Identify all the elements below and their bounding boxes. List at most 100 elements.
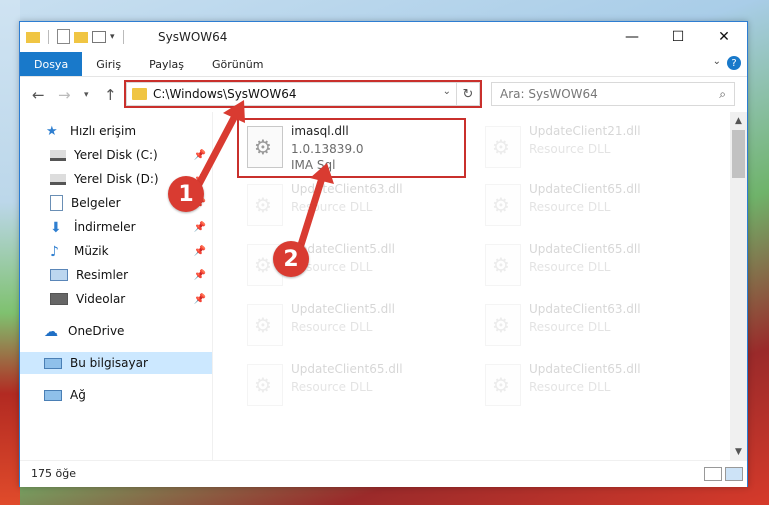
computer-icon [44,357,62,369]
file-tile[interactable]: UpdateClient21.dll Resource DLL [479,120,704,174]
file-description: Resource DLL [529,142,611,156]
new-folder-icon[interactable] [74,32,88,43]
pin-icon[interactable]: 📌 [194,222,206,233]
sidebar-item-label: Resimler [76,268,129,282]
file-tile[interactable]: UpdateClient63.dll Resource DLL [479,298,704,352]
pictures-icon [50,269,68,281]
file-description: Resource DLL [291,200,373,214]
tab-view[interactable]: Görünüm [198,52,277,76]
sidebar-item-label: Belgeler [71,196,121,210]
sidebar-item-label: Ağ [70,388,86,402]
sidebar-item-pictures[interactable]: Resimler 📌 [20,264,212,286]
sidebar-item-label: Hızlı erişim [70,124,137,138]
music-icon: ♪ [50,244,59,260]
expand-ribbon-icon[interactable]: ⌄ [713,56,721,67]
file-name: UpdateClient65.dll [529,242,641,256]
sidebar-item-network[interactable]: Ağ [20,384,212,406]
quick-access-toolbar: ▾ [26,29,128,44]
step-badge-2: 2 [273,241,309,277]
sidebar-item-videos[interactable]: Videolar 📌 [20,288,212,310]
help-button[interactable]: ? [727,56,741,70]
dll-file-icon [485,364,521,406]
file-name: UpdateClient65.dll [529,362,641,376]
address-bar[interactable]: C:\Windows\SysWOW64 ⌄ ↻ [126,82,480,106]
sidebar-item-label: Videolar [76,292,126,306]
chevron-down-icon[interactable]: ⌄ [443,86,451,97]
file-description: Resource DLL [291,380,373,394]
sidebar-item-disk-c[interactable]: Yerel Disk (C:) 📌 [20,144,212,166]
pin-icon[interactable]: 📌 [194,270,206,281]
dll-file-icon [485,184,521,226]
cloud-icon: ☁ [44,324,58,340]
file-name: UpdateClient63.dll [291,182,403,196]
video-icon [50,293,68,305]
pin-icon[interactable]: 📌 [194,246,206,257]
up-arrow-icon[interactable]: ↑ [104,86,117,104]
file-explorer-window: ▾ SysWOW64 — ☐ ✕ Dosya Giriş Paylaş Görü… [19,21,748,487]
sidebar-item-onedrive[interactable]: ☁ OneDrive [20,320,212,342]
sidebar-item-label: İndirmeler [74,220,136,234]
navigation-pane: ★ Hızlı erişim Yerel Disk (C:) 📌 Yerel D… [20,112,213,460]
download-icon: ⬇ [50,220,62,236]
file-description: Resource DLL [291,320,373,334]
vertical-scrollbar[interactable]: ▲ ▼ [730,112,747,460]
minimize-button[interactable]: — [609,22,655,52]
sidebar-item-downloads[interactable]: ⬇ İndirmeler 📌 [20,216,212,238]
sidebar-item-quick-access[interactable]: ★ Hızlı erişim [20,120,212,142]
dll-file-icon [247,364,283,406]
refresh-icon[interactable]: ↻ [456,83,479,105]
search-icon[interactable]: ⌕ [719,87,726,102]
file-name: UpdateClient63.dll [529,302,641,316]
scroll-up-icon[interactable]: ▲ [730,112,747,129]
customize-toolbar-icon[interactable] [92,30,106,43]
scroll-thumb[interactable] [732,130,745,178]
file-tile[interactable]: UpdateClient63.dll Resource DLL [241,178,466,232]
pin-icon[interactable]: 📌 [194,150,206,161]
tab-file[interactable]: Dosya [20,52,83,76]
desktop-background [0,0,20,505]
file-description: Resource DLL [529,200,611,214]
pin-icon[interactable]: 📌 [194,294,206,305]
sidebar-item-music[interactable]: ♪ Müzik 📌 [20,240,212,262]
dll-file-icon [247,184,283,226]
dll-file-icon [485,126,521,168]
sidebar-item-label: Yerel Disk (D:) [74,172,159,186]
tiles-view-icon[interactable] [725,467,743,481]
chevron-down-icon[interactable]: ▾ [110,32,115,42]
item-count: 175 öğe [31,467,76,480]
title-bar: ▾ SysWOW64 — ☐ ✕ [20,22,747,52]
toolbar-divider [122,29,124,44]
file-name: UpdateClient21.dll [529,124,641,138]
tab-share[interactable]: Paylaş [135,52,198,76]
file-name: UpdateClient65.dll [529,182,641,196]
close-button[interactable]: ✕ [701,22,747,52]
back-arrow-icon[interactable]: ← [32,86,45,104]
tab-home[interactable]: Giriş [82,52,135,76]
search-box[interactable]: Ara: SysWOW64 ⌕ [491,82,735,106]
details-view-icon[interactable] [704,467,722,481]
file-description: Resource DLL [529,260,611,274]
properties-icon[interactable] [57,29,70,44]
sidebar-item-label: OneDrive [68,324,125,338]
scroll-down-icon[interactable]: ▼ [730,443,747,460]
file-tile[interactable]: UpdateClient5.dll Resource DLL [241,298,466,352]
forward-arrow-icon[interactable]: → [58,86,71,104]
file-tile[interactable]: UpdateClient65.dll Resource DLL [479,358,704,412]
folder-icon [132,88,147,100]
sidebar-item-label: Yerel Disk (C:) [74,148,158,162]
file-tile[interactable]: UpdateClient65.dll Resource DLL [479,238,704,292]
sidebar-item-label: Bu bilgisayar [70,356,148,370]
file-description: Resource DLL [529,320,611,334]
dll-file-icon [485,244,521,286]
maximize-button[interactable]: ☐ [655,22,701,52]
folder-icon[interactable] [26,32,40,43]
file-tile[interactable]: UpdateClient65.dll Resource DLL [479,178,704,232]
file-tile[interactable]: UpdateClient65.dll Resource DLL [241,358,466,412]
sidebar-item-label: Müzik [74,244,109,258]
sidebar-item-this-pc[interactable]: Bu bilgisayar [20,352,212,374]
search-input[interactable]: Ara: SysWOW64 [500,87,598,101]
recent-locations-icon[interactable]: ▾ [84,90,89,100]
step-badge-1: 1 [168,176,204,212]
address-path[interactable]: C:\Windows\SysWOW64 [153,87,297,101]
file-description: Resource DLL [529,380,611,394]
